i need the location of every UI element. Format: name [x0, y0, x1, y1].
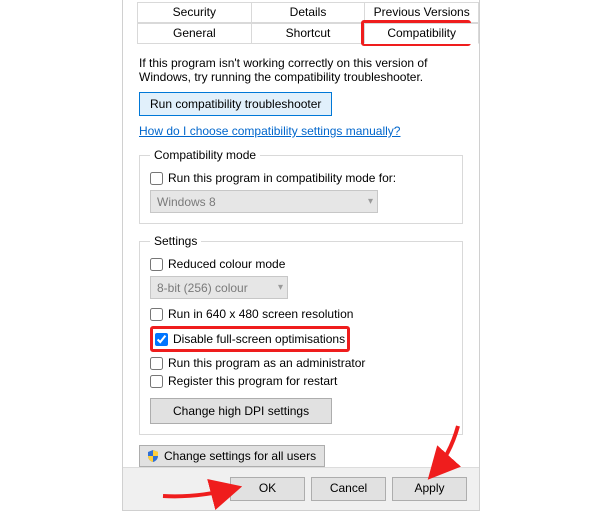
checkbox-run-as-admin[interactable]: Run this program as an administrator — [150, 356, 452, 371]
change-high-dpi-button[interactable]: Change high DPI settings — [150, 398, 332, 424]
cancel-button[interactable]: Cancel — [311, 477, 386, 501]
checkbox-run-as-admin-label: Run this program as an administrator — [168, 356, 365, 371]
dialog-footer: OK Cancel Apply — [123, 467, 479, 510]
checkbox-disable-fullscreen-input[interactable] — [155, 333, 168, 346]
tab-general[interactable]: General — [137, 23, 252, 44]
checkbox-run-640x480-input[interactable] — [150, 308, 163, 321]
run-troubleshooter-button[interactable]: Run compatibility troubleshooter — [139, 92, 332, 116]
checkbox-run-640x480[interactable]: Run in 640 x 480 screen resolution — [150, 307, 452, 322]
checkbox-run-compat-mode-label: Run this program in compatibility mode f… — [168, 171, 396, 186]
dialog-body: If this program isn't working correctly … — [123, 46, 479, 467]
intro-text: If this program isn't working correctly … — [139, 56, 463, 84]
checkbox-reduced-colour[interactable]: Reduced colour mode — [150, 257, 452, 272]
checkbox-run-compat-mode[interactable]: Run this program in compatibility mode f… — [150, 171, 452, 186]
checkbox-run-as-admin-input[interactable] — [150, 357, 163, 370]
tab-security[interactable]: Security — [137, 2, 252, 23]
chevron-down-icon: ▾ — [278, 282, 283, 293]
tab-details[interactable]: Details — [251, 2, 366, 23]
combo-colour-depth[interactable]: 8-bit (256) colour ▾ — [150, 276, 288, 299]
shield-icon — [146, 449, 160, 463]
highlight-disable-fullscreen: Disable full-screen optimisations — [150, 326, 350, 352]
ok-button[interactable]: OK — [230, 477, 305, 501]
checkbox-disable-fullscreen[interactable]: Disable full-screen optimisations — [155, 332, 345, 347]
chevron-down-icon: ▾ — [368, 196, 373, 207]
group-compatibility-mode: Compatibility mode Run this program in c… — [139, 148, 463, 224]
combo-colour-depth-value: 8-bit (256) colour — [157, 281, 248, 295]
change-settings-all-users-label: Change settings for all users — [164, 449, 316, 463]
compat-mode-legend: Compatibility mode — [150, 148, 260, 162]
tab-shortcut[interactable]: Shortcut — [251, 23, 366, 44]
checkbox-reduced-colour-input[interactable] — [150, 258, 163, 271]
apply-button[interactable]: Apply — [392, 477, 467, 501]
combo-compat-os-value: Windows 8 — [157, 195, 216, 209]
tab-strip: Security Details Previous Versions Gener… — [123, 0, 479, 46]
checkbox-disable-fullscreen-label: Disable full-screen optimisations — [173, 332, 345, 347]
checkbox-reduced-colour-label: Reduced colour mode — [168, 257, 285, 272]
checkbox-register-restart-label: Register this program for restart — [168, 374, 337, 389]
properties-dialog: Security Details Previous Versions Gener… — [122, 0, 480, 511]
settings-legend: Settings — [150, 234, 201, 248]
checkbox-run-640x480-label: Run in 640 x 480 screen resolution — [168, 307, 353, 322]
combo-compat-os[interactable]: Windows 8 ▾ — [150, 190, 378, 213]
checkbox-register-restart[interactable]: Register this program for restart — [150, 374, 452, 389]
help-link[interactable]: How do I choose compatibility settings m… — [139, 124, 400, 138]
tab-compatibility[interactable]: Compatibility — [364, 23, 479, 44]
tab-previous-versions[interactable]: Previous Versions — [364, 2, 479, 23]
group-settings: Settings Reduced colour mode 8-bit (256)… — [139, 234, 463, 435]
checkbox-register-restart-input[interactable] — [150, 375, 163, 388]
change-settings-all-users-button[interactable]: Change settings for all users — [139, 445, 325, 467]
checkbox-run-compat-mode-input[interactable] — [150, 172, 163, 185]
